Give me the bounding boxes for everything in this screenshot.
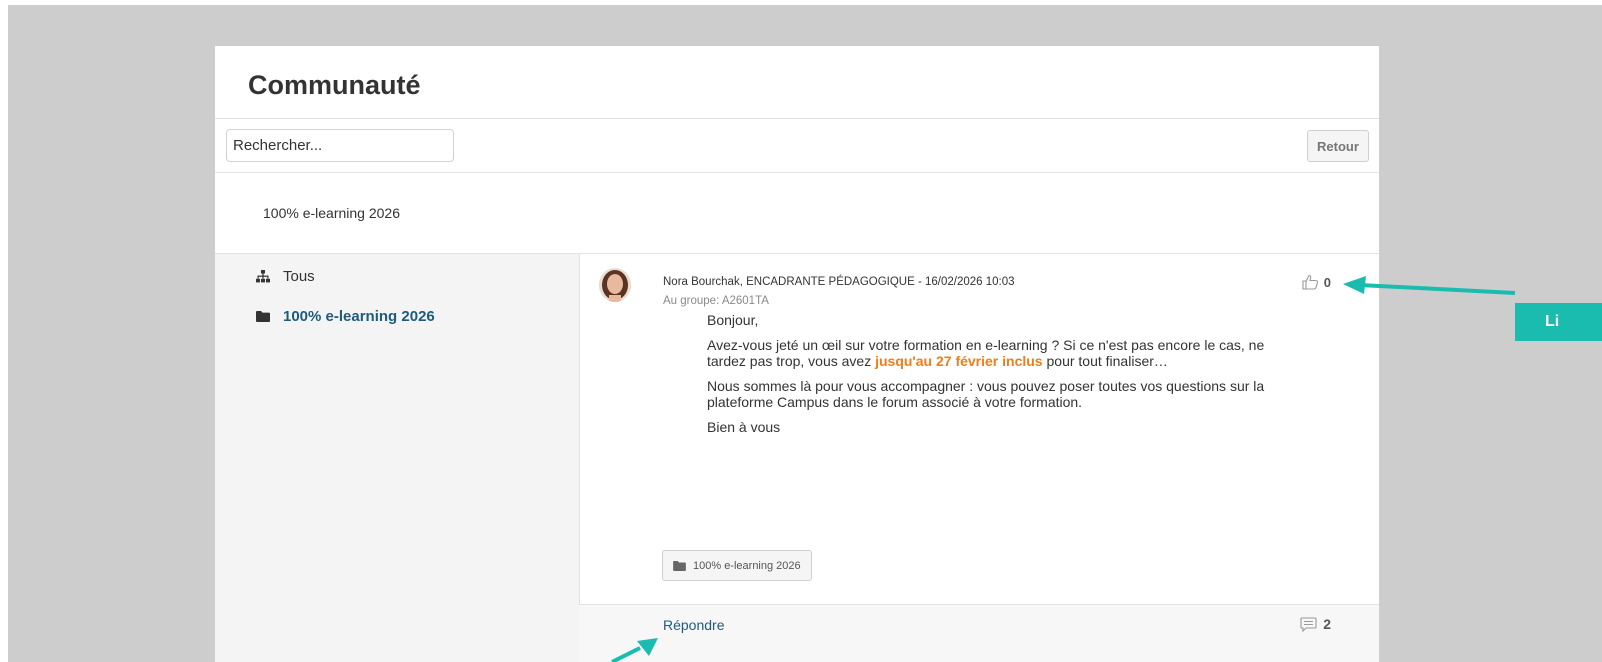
sidebar-item-label: 100% e-learning 2026 <box>283 308 435 325</box>
post-paragraph: Avez-vous jeté un œil sur votre formatio… <box>707 337 1265 369</box>
avatar <box>599 268 631 302</box>
post-author-meta: Nora Bourchak, ENCADRANTE PÉDAGOGIQUE - … <box>663 276 1015 288</box>
course-label: 100% e-learning 2026 <box>263 205 400 221</box>
search-input[interactable] <box>226 129 454 162</box>
community-panel: Communauté Retour 100% e-learning 2026 <box>215 46 1379 662</box>
thumbs-up-icon <box>1302 274 1318 290</box>
category-tag[interactable]: 100% e-learning 2026 <box>662 550 812 581</box>
folder-icon <box>673 560 686 571</box>
sidebar-item-all[interactable]: Tous <box>256 268 315 285</box>
tag-label: 100% e-learning 2026 <box>693 559 801 572</box>
like-count: 0 <box>1323 274 1331 290</box>
comments-button[interactable]: 2 <box>1300 616 1331 632</box>
deadline-highlight: jusqu'au 27 février inclus <box>875 353 1043 369</box>
post-body: Bonjour, Avez-vous jeté un œil sur votre… <box>707 312 1297 444</box>
post-closing: Bien à vous <box>707 419 781 435</box>
back-button[interactable]: Retour <box>1307 130 1369 162</box>
post-greeting: Bonjour, <box>707 312 759 328</box>
category-sidebar: Tous 100% e-learning 2026 <box>215 254 580 662</box>
reply-link[interactable]: Répondre <box>663 617 725 633</box>
reply-bar: Répondre 2 <box>579 604 1379 662</box>
like-button[interactable]: 0 <box>1302 274 1331 290</box>
sitemap-icon <box>256 270 276 283</box>
divider <box>215 118 1379 119</box>
sidebar-item-course[interactable]: 100% e-learning 2026 <box>256 308 435 325</box>
annotation-text: Li <box>1545 313 1560 330</box>
page-title: Communauté <box>248 70 421 100</box>
folder-icon <box>256 311 276 322</box>
post-card: Nora Bourchak, ENCADRANTE PÉDAGOGIQUE - … <box>579 254 1379 662</box>
post-group: Au groupe: A2601TA <box>663 295 769 307</box>
annotation-callout: Li <box>1515 303 1602 341</box>
comment-icon <box>1300 616 1317 632</box>
sidebar-item-label: Tous <box>283 268 315 285</box>
post-paragraph: Nous sommes là pour vous accompagner : v… <box>707 378 1265 410</box>
comments-count: 2 <box>1323 616 1331 632</box>
divider <box>215 172 1379 173</box>
